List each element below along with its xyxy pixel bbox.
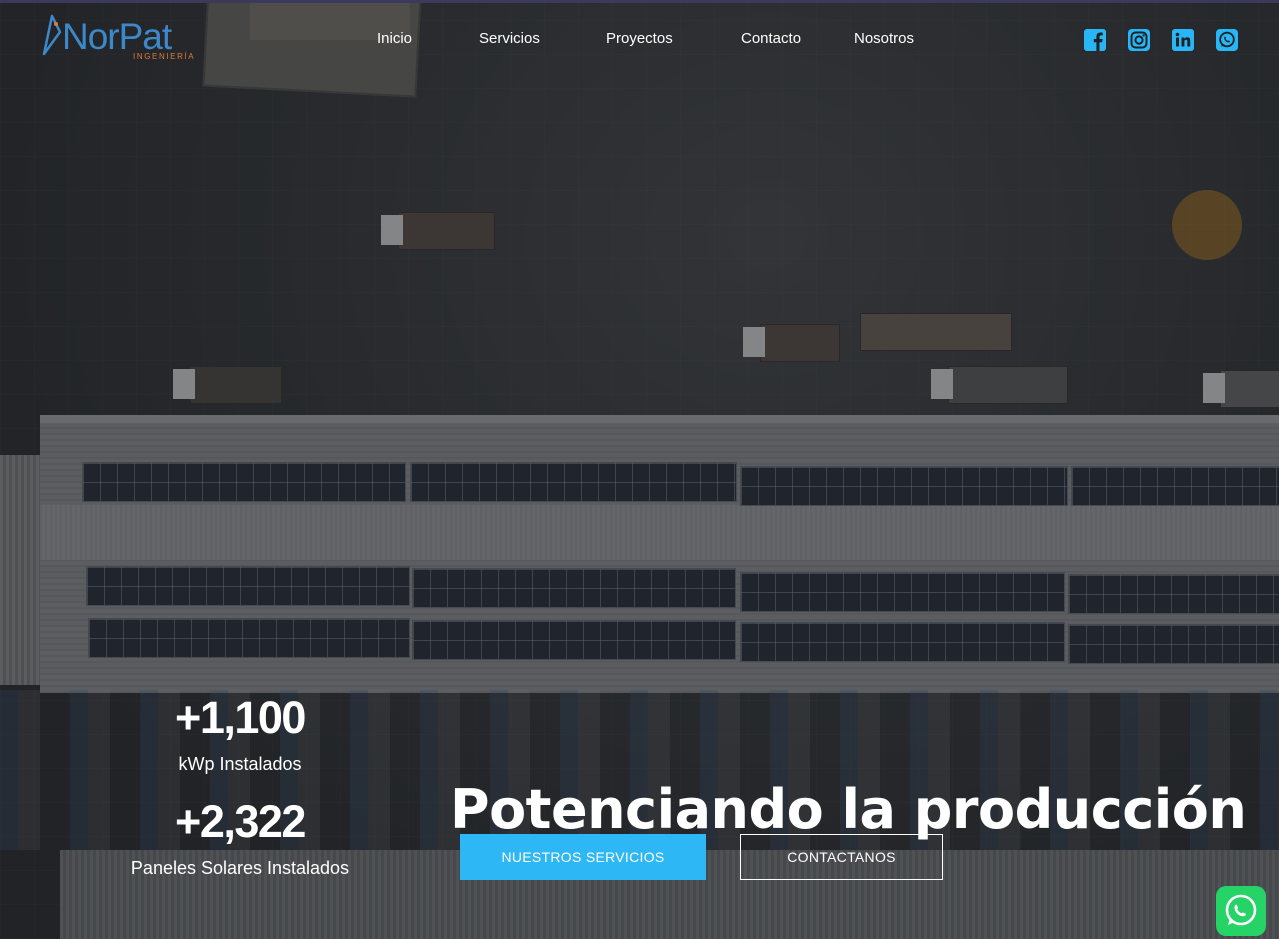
whatsapp-icon[interactable] (1215, 28, 1239, 52)
stat-kwp-label: kWp Instalados (178, 754, 302, 774)
hero-headline: Potenciando la producción (450, 778, 1247, 842)
stat-panels-value: +2,322 (175, 796, 306, 847)
contact-button[interactable]: CONTACTANOS (740, 834, 943, 880)
top-accent-line (0, 0, 1279, 3)
nav-item-nosotros[interactable]: Nosotros (854, 30, 914, 47)
facebook-icon[interactable] (1083, 28, 1107, 52)
nav-item-inicio[interactable]: Inicio (377, 30, 412, 47)
stat-kwp-value: +1,100 (175, 692, 306, 743)
nav-item-servicios[interactable]: Servicios (479, 30, 540, 47)
nav-item-contacto[interactable]: Contacto (741, 30, 801, 47)
services-button[interactable]: NUESTROS SERVICIOS (460, 834, 706, 880)
brand-tagline: INGENIERÍA (133, 52, 196, 61)
whatsapp-icon (1225, 894, 1257, 926)
instagram-icon[interactable] (1127, 28, 1151, 52)
brand-logo[interactable]: NorPat INGENIERÍA (38, 14, 198, 64)
linkedin-icon[interactable] (1171, 28, 1195, 52)
nav-item-proyectos[interactable]: Proyectos (606, 30, 673, 47)
stat-panels-label: Paneles Solares Instalados (130, 858, 350, 878)
whatsapp-floating-button[interactable] (1216, 886, 1266, 936)
logo-mark-icon (42, 14, 62, 56)
